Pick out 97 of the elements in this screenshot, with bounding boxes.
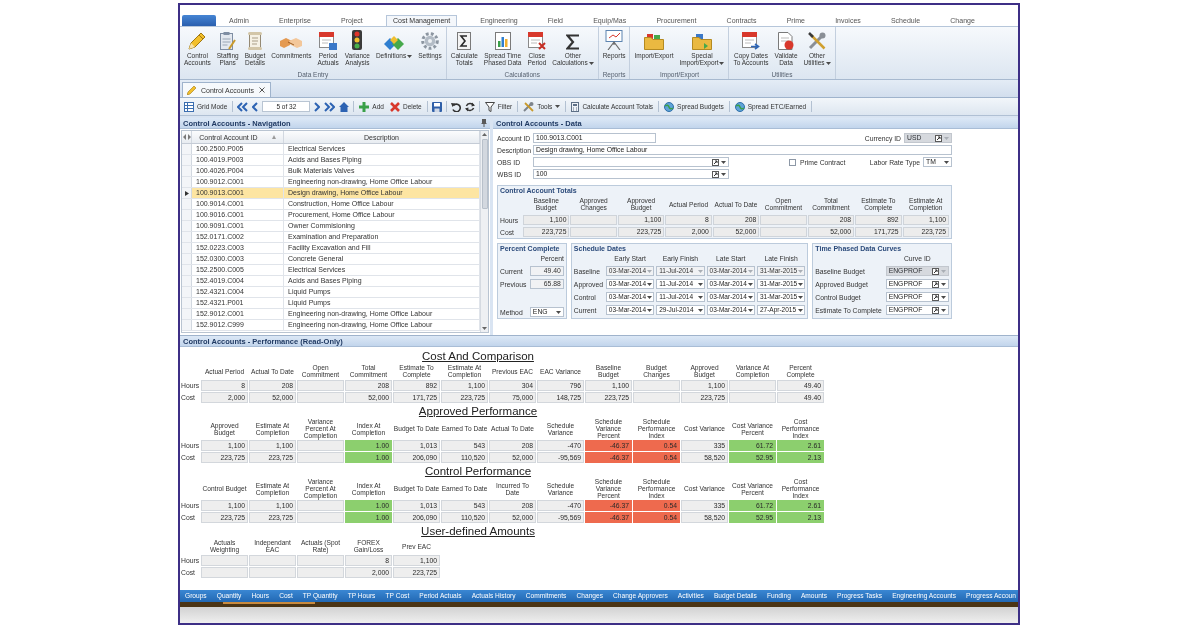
caret-icon [747, 269, 753, 273]
caret-icon [647, 308, 653, 312]
arrow-box-icon[interactable] [712, 170, 719, 178]
caret-icon [647, 282, 653, 286]
refresh-icon[interactable] [464, 101, 475, 112]
scroll-thumb[interactable] [481, 139, 488, 209]
table-cell [729, 380, 776, 391]
arrow-box-icon[interactable] [932, 293, 939, 301]
table-cell [297, 392, 344, 403]
folder-icon [643, 34, 664, 50]
table-cell [249, 567, 296, 578]
diamonds-icon [384, 36, 405, 50]
table-cell [297, 567, 344, 578]
caret-icon [697, 295, 703, 299]
table-cell [249, 555, 296, 566]
calculator-icon [571, 101, 580, 112]
caret-icon [798, 308, 804, 312]
caret-icon [555, 310, 561, 314]
caret-icon [697, 269, 703, 273]
double-chevron-right-icon[interactable] [324, 101, 336, 112]
table-cell [570, 215, 617, 225]
home-icon[interactable] [339, 101, 350, 112]
grid-icon [184, 101, 194, 112]
checkbox[interactable] [789, 158, 796, 166]
handshake-icon [280, 36, 303, 50]
table-cell [297, 500, 344, 511]
folder-icon [691, 34, 712, 50]
double-arrow-icon[interactable] [182, 134, 191, 140]
document-icon [778, 32, 795, 50]
calendar-icon [319, 32, 338, 50]
filter-icon [484, 101, 495, 112]
table-cell [729, 392, 776, 403]
plus-icon [359, 101, 370, 112]
caret-down-icon[interactable] [482, 327, 487, 330]
globe-icon [664, 101, 675, 112]
arrow-box-icon[interactable] [932, 306, 939, 314]
caret-icon [747, 282, 753, 286]
chart-icon [494, 32, 511, 50]
easel-icon [605, 30, 624, 50]
chevron-left-icon[interactable] [252, 101, 259, 112]
table-cell [633, 392, 680, 403]
clipboard-icon [219, 32, 236, 50]
close-icon[interactable] [258, 87, 265, 93]
sigma-icon [565, 34, 580, 50]
double-chevron-left-icon[interactable] [237, 101, 249, 112]
section-title: User-defined Amounts [420, 525, 536, 538]
table-cell [297, 380, 344, 391]
table-cell [633, 380, 680, 391]
caret-icon [721, 172, 726, 176]
section-title: Control Performance [423, 465, 533, 478]
undo-icon[interactable] [450, 101, 461, 112]
pencil-icon [187, 85, 196, 95]
sigma-icon [457, 32, 472, 50]
section-title: Approved Performance [417, 405, 539, 418]
caret-icon [941, 269, 946, 273]
table-cell [201, 555, 248, 566]
lookup-field[interactable] [533, 157, 729, 167]
table-cell [297, 555, 344, 566]
chevron-right-icon[interactable] [314, 101, 321, 112]
caret-icon [941, 295, 946, 299]
scroll-icon [248, 32, 262, 50]
pencil-icon [188, 32, 207, 50]
section-title: Cost And Comparison [421, 350, 535, 363]
traffic-light-icon [352, 30, 363, 50]
caret-icon [941, 282, 946, 286]
table-cell [297, 512, 344, 523]
tools-icon [523, 101, 535, 112]
caret-icon [697, 308, 703, 312]
save-icon[interactable] [431, 101, 442, 112]
caret-icon [798, 282, 804, 286]
arrow-box-icon[interactable] [932, 280, 939, 288]
caret-icon [647, 295, 653, 299]
tools-icon [808, 32, 826, 50]
caret-icon [747, 308, 753, 312]
caret-icon [798, 269, 804, 273]
caret-icon [747, 295, 753, 299]
caret-icon [721, 160, 726, 164]
row-pointer-icon [184, 190, 189, 196]
caret-icon [944, 136, 949, 140]
caret-icon [647, 269, 653, 273]
calendar-icon [742, 32, 760, 50]
caret-icon [697, 282, 703, 286]
scrollbar[interactable] [480, 131, 488, 332]
pin-icon[interactable] [481, 119, 487, 127]
caret-up-icon[interactable] [482, 133, 487, 136]
table-cell [201, 567, 248, 578]
caret-icon [941, 308, 946, 312]
globe-icon [734, 101, 745, 112]
settings-icon [421, 32, 439, 50]
arrow-box-icon[interactable] [712, 158, 719, 166]
calendar-icon [527, 32, 546, 50]
caret-icon [944, 160, 949, 164]
table-cell [760, 215, 807, 225]
table-cell [297, 452, 344, 463]
cross-icon [389, 101, 400, 112]
caret-icon [798, 295, 804, 299]
table-cell [297, 440, 344, 451]
